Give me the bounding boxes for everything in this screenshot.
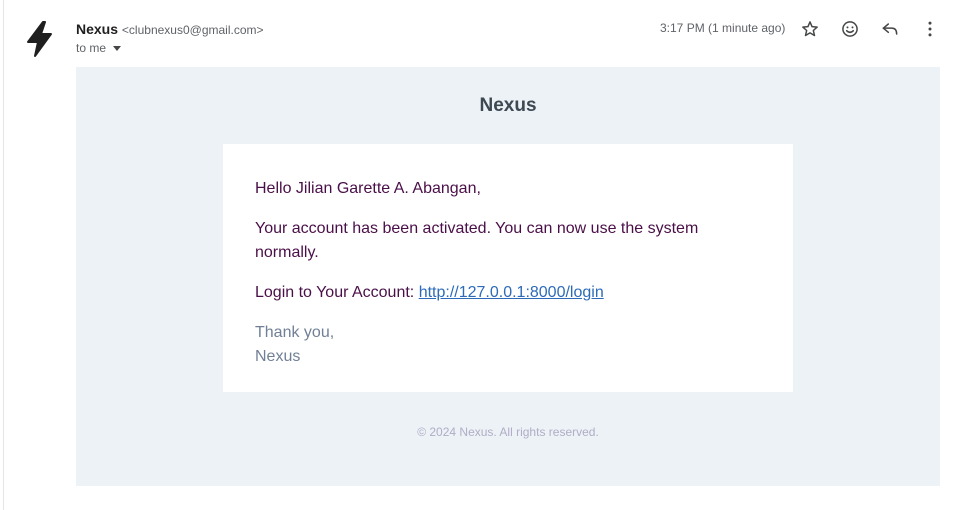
brand-title: Nexus <box>479 95 537 116</box>
star-button[interactable] <box>794 13 826 45</box>
recipient-dropdown[interactable]: to me <box>76 41 264 55</box>
emoji-reaction-button[interactable] <box>834 13 866 45</box>
chevron-down-icon <box>113 46 122 51</box>
reply-button[interactable] <box>874 13 906 45</box>
star-icon <box>802 21 818 37</box>
sender-name[interactable]: Nexus <box>76 21 118 37</box>
email-body: Nexus Hello Jilian Garette A. Abangan, Y… <box>76 67 940 486</box>
login-line: Login to Your Account: http://127.0.0.1:… <box>255 281 761 305</box>
message-timestamp: 3:17 PM (1 minute ago) <box>660 21 786 35</box>
signoff: Thank you, Nexus <box>255 321 761 369</box>
recipient-label: to me <box>76 41 107 55</box>
sender-email: <clubnexus0@gmail.com> <box>121 23 264 37</box>
login-label: Login to Your Account: <box>255 284 419 301</box>
sender-line: Nexus <clubnexus0@gmail.com> <box>76 20 264 39</box>
footer-copyright: © 2024 Nexus. All rights reserved. <box>417 425 599 439</box>
greeting: Hello Jilian Garette A. Abangan, <box>255 180 481 197</box>
sender-info: Nexus <clubnexus0@gmail.com> to me <box>76 20 264 55</box>
lightning-bolt-icon <box>27 21 52 57</box>
more-vert-icon <box>928 21 932 37</box>
activation-message: Your account has been activated. You can… <box>255 220 699 261</box>
divider <box>3 0 4 510</box>
thanks-text: Thank you, <box>255 324 335 341</box>
email-view: Nexus <clubnexus0@gmail.com> to me 3:17 … <box>0 0 961 510</box>
sender-avatar <box>24 20 56 58</box>
more-options-button[interactable] <box>914 13 946 45</box>
smiley-icon <box>842 21 858 37</box>
login-link[interactable]: http://127.0.0.1:8000/login <box>419 284 604 301</box>
signature: Nexus <box>255 348 301 365</box>
message-card: Hello Jilian Garette A. Abangan, Your ac… <box>223 144 793 392</box>
reply-icon <box>882 23 898 35</box>
